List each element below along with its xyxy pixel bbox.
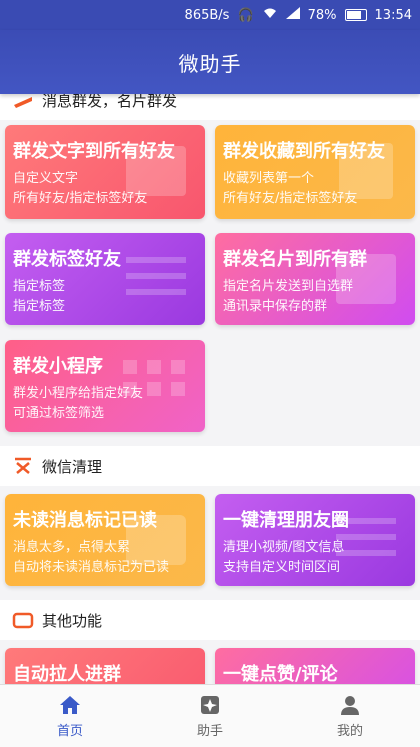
card-desc: 指定标签: [13, 279, 66, 294]
app-title-bar: 微助手: [0, 30, 420, 94]
tab-label: 助手: [196, 723, 223, 739]
card-clean-moments[interactable]: 一键清理朋友圈 清理小视频/图文信息 支持自定义时间区间: [215, 494, 415, 586]
main-content[interactable]: 消息群发，名片群发 群发文字到所有好友 自定义文字 所有好友/指定标签好友 群发…: [0, 94, 420, 684]
card-desc: 支持自定义时间区间: [223, 560, 341, 575]
tab-label: 首页: [56, 723, 83, 739]
card-broadcast-namecard[interactable]: 群发名片到所有群 指定名片发送到自选群 通讯录中保存的群: [215, 233, 415, 325]
card-desc: 指定标签: [13, 299, 66, 314]
card-desc: 自定义文字: [13, 171, 79, 186]
section-title: 微信清理: [42, 457, 103, 476]
card-broadcast-favorites[interactable]: 群发收藏到所有好友 收藏列表第一个 所有好友/指定标签好友: [215, 125, 415, 219]
battery-icon: [344, 9, 367, 21]
card-title: 未读消息标记已读: [13, 510, 157, 531]
tab-home[interactable]: 首页: [0, 685, 140, 747]
tools-icon: [12, 609, 34, 631]
card-title: 一键清理朋友圈: [223, 510, 349, 531]
section-title: 其他功能: [42, 611, 103, 630]
section-title: 消息群发，名片群发: [42, 94, 178, 110]
card-desc: 自动将未读消息标记为已读: [13, 560, 170, 575]
network-speed: 865B/s: [184, 7, 230, 23]
tab-assistant[interactable]: 助手: [140, 685, 280, 747]
clock: 13:54: [374, 7, 412, 23]
card-broadcast-miniprogram[interactable]: 群发小程序 群发小程序给指定好友 可通过标签筛选: [5, 340, 205, 432]
page-title: 微助手: [178, 51, 242, 76]
card-desc: 群发小程序给指定好友: [13, 386, 144, 401]
tab-profile[interactable]: 我的: [280, 685, 420, 747]
card-title: 自动拉人进群: [13, 664, 121, 684]
card-desc: 指定名片发送到自选群: [223, 279, 354, 294]
card-desc: 清理小视频/图文信息: [223, 540, 345, 555]
card-title: 群发小程序: [13, 356, 103, 377]
card-title: 群发名片到所有群: [223, 249, 367, 270]
card-title: 群发文字到所有好友: [13, 141, 175, 162]
user-icon: [341, 695, 359, 715]
status-bar: 865B/s 🎧 78% 13:54: [0, 0, 420, 30]
card-broadcast-tags[interactable]: 群发标签好友 指定标签 指定标签: [5, 233, 205, 325]
card-like-comment[interactable]: 一键点赞/评论: [215, 648, 415, 684]
card-desc: 通讯录中保存的群: [223, 299, 328, 314]
section-header-other: 其他功能: [0, 600, 420, 640]
card-title: 群发收藏到所有好友: [223, 141, 385, 162]
card-title: 一键点赞/评论: [223, 664, 338, 684]
clean-icon: [12, 455, 34, 477]
battery-level: 78%: [307, 7, 337, 23]
section-header-wechat-clean: 微信清理: [0, 446, 420, 486]
card-mark-read[interactable]: 未读消息标记已读 消息太多，点得太累 自动将未读消息标记为已读: [5, 494, 205, 586]
bottom-tab-bar: 首页 助手 我的: [0, 684, 420, 747]
card-title: 群发标签好友: [13, 249, 121, 270]
card-desc: 消息太多，点得太累: [13, 540, 131, 555]
headphones-icon: 🎧: [237, 7, 254, 23]
section-header-broadcast: 消息群发，名片群发: [0, 94, 420, 120]
assistant-icon: [201, 695, 219, 714]
card-auto-invite[interactable]: 自动拉人进群: [5, 648, 205, 684]
card-desc: 可通过标签筛选: [13, 406, 105, 421]
home-icon: [60, 695, 80, 714]
card-broadcast-text[interactable]: 群发文字到所有好友 自定义文字 所有好友/指定标签好友: [5, 125, 205, 219]
tab-label: 我的: [336, 723, 363, 739]
card-desc: 收藏列表第一个: [223, 171, 315, 186]
megaphone-icon: [12, 94, 34, 111]
card-desc: 所有好友/指定标签好友: [223, 191, 358, 206]
wifi-icon: [262, 7, 278, 23]
signal-icon: [285, 7, 300, 23]
card-desc: 所有好友/指定标签好友: [13, 191, 148, 206]
